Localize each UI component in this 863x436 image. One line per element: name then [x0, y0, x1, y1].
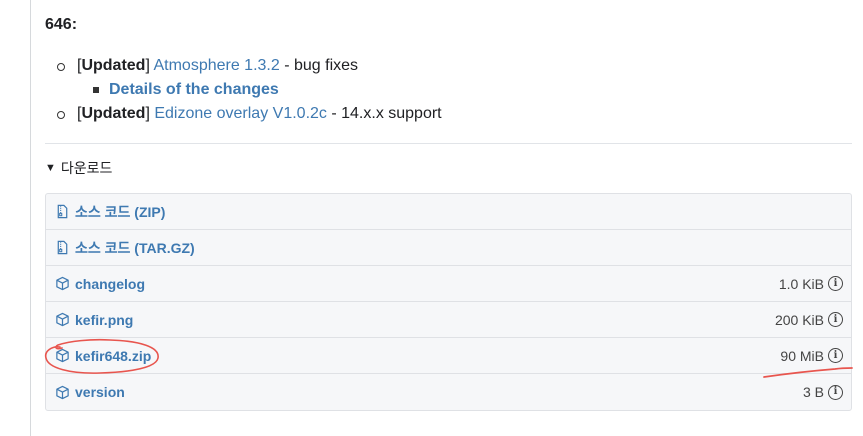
square-bullet-icon — [93, 87, 99, 93]
info-icon[interactable]: i — [828, 348, 843, 363]
asset-row-source-zip: 소스 코드 (ZIP) — [46, 194, 851, 230]
package-icon — [56, 348, 69, 363]
change-description: - bug fixes — [279, 57, 359, 74]
asset-name-text: kefir.png — [75, 311, 134, 328]
info-icon[interactable]: i — [828, 312, 843, 327]
change-sub-item: Details of the changes — [93, 78, 835, 102]
release-version-title: 646: — [45, 16, 78, 33]
circle-bullet-icon — [57, 111, 65, 119]
details-of-changes-link[interactable]: Details of the changes — [109, 81, 279, 98]
change-tag: [Updated] — [77, 105, 150, 122]
asset-row-kefir648-zip: kefir648.zip 90 MiB i — [46, 338, 851, 374]
change-tag: [Updated] — [77, 57, 150, 74]
info-icon[interactable]: i — [828, 384, 843, 400]
triangle-down-icon: ▼ — [45, 162, 56, 174]
asset-size-text: 200 KiB — [774, 311, 824, 328]
circle-bullet-icon — [57, 63, 65, 71]
assets-list: 소스 코드 (ZIP) 소스 코드 (TAR.GZ) changelog 1.0… — [45, 193, 852, 411]
asset-size-text: 3 B — [802, 384, 824, 400]
info-icon[interactable]: i — [828, 276, 843, 291]
changes-list: [Updated] Atmosphere 1.3.2 - bug fixes D… — [55, 54, 835, 126]
asset-size-text: 90 MiB — [780, 347, 824, 364]
asset-size: 1.0 KiB i — [779, 276, 843, 292]
atmosphere-link[interactable]: Atmosphere 1.3.2 — [153, 57, 279, 74]
asset-row-version: version 3 B i — [46, 374, 851, 410]
change-description: - 14.x.x support — [326, 105, 442, 122]
left-border-line — [30, 0, 31, 436]
package-icon — [56, 312, 69, 327]
asset-name-text: 소스 코드 (ZIP) — [75, 203, 166, 220]
asset-size-text: 1.0 KiB — [778, 275, 824, 292]
package-icon — [56, 385, 69, 399]
asset-link-kefir-png[interactable]: kefir.png — [55, 312, 133, 328]
asset-name-text: version — [75, 384, 125, 400]
asset-link-source-zip[interactable]: 소스 코드 (ZIP) — [55, 202, 165, 222]
asset-link-version[interactable]: version — [55, 384, 125, 400]
asset-link-changelog[interactable]: changelog — [55, 276, 145, 292]
asset-row-changelog: changelog 1.0 KiB i — [46, 266, 851, 302]
file-zip-icon — [57, 240, 68, 255]
asset-link-kefir648-zip[interactable]: kefir648.zip — [55, 348, 151, 364]
asset-name-text: 소스 코드 (TAR.GZ) — [75, 239, 195, 256]
package-icon — [56, 276, 69, 291]
downloads-toggle[interactable]: ▼ 다운로드 — [45, 158, 112, 178]
asset-row-kefir-png: kefir.png 200 KiB i — [46, 302, 851, 338]
asset-size: 200 KiB i — [775, 312, 843, 328]
edizone-overlay-link[interactable]: Edizone overlay V1.0.2c — [154, 105, 327, 122]
change-item: [Updated] Edizone overlay V1.0.2c - 14.x… — [55, 102, 835, 126]
change-item: [Updated] Atmosphere 1.3.2 - bug fixes D… — [55, 54, 835, 102]
asset-name-text: changelog — [75, 275, 146, 292]
asset-row-source-targz: 소스 코드 (TAR.GZ) — [46, 230, 851, 266]
asset-size: 3 B i — [803, 384, 843, 400]
asset-link-source-targz[interactable]: 소스 코드 (TAR.GZ) — [55, 238, 195, 258]
change-sub-list: Details of the changes — [77, 78, 835, 102]
asset-size: 90 MiB i — [780, 348, 843, 364]
file-zip-icon — [57, 204, 68, 219]
section-divider — [45, 143, 852, 144]
downloads-label: 다운로드 — [60, 160, 113, 176]
asset-name-text: kefir648.zip — [75, 347, 152, 364]
